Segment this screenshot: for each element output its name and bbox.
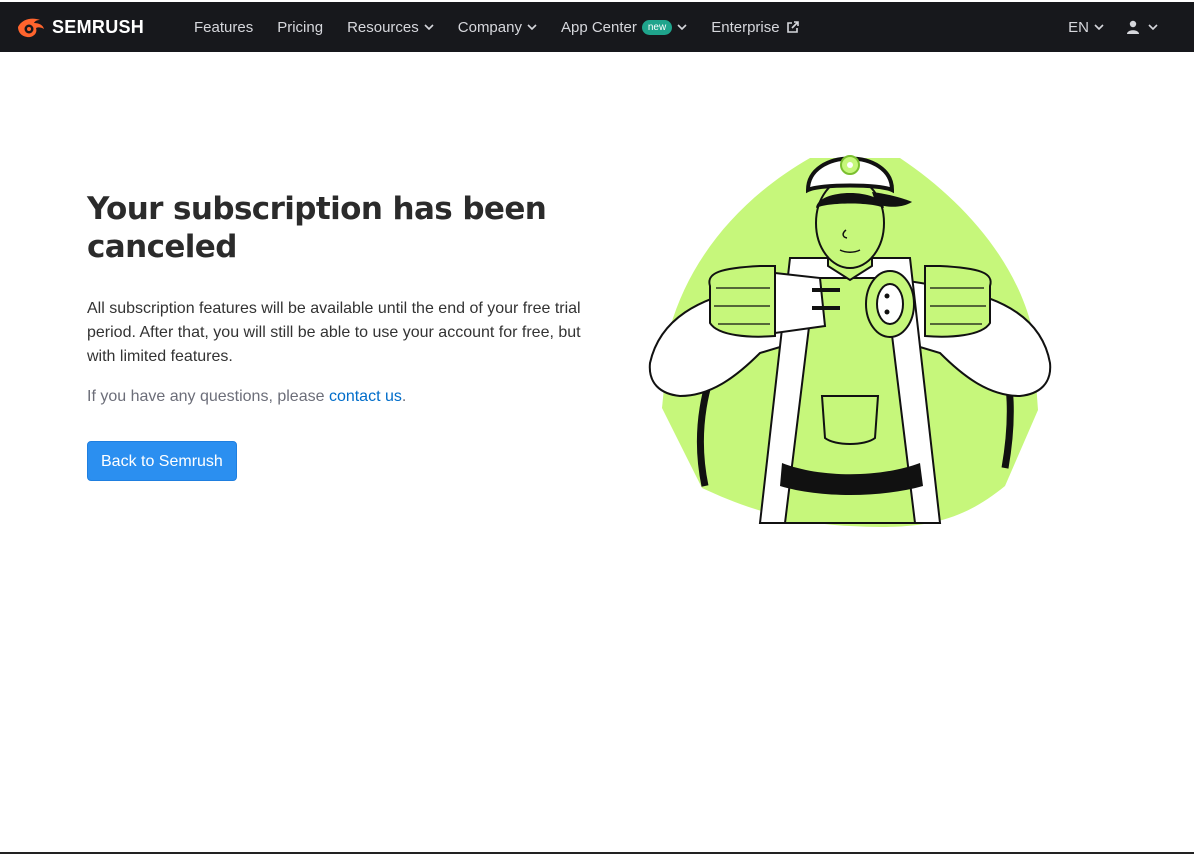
user-icon [1127, 20, 1139, 34]
worker-with-plugs-illustration [648, 155, 1052, 527]
chevron-down-icon [424, 24, 434, 30]
chevron-down-icon [1094, 24, 1104, 30]
semrush-logo[interactable]: SEMRUSH [16, 16, 144, 38]
new-badge: new [641, 19, 673, 35]
contact-us-link[interactable]: contact us [329, 388, 402, 405]
nav-item-app-center[interactable]: App Center new [561, 19, 687, 36]
nav-label: App Center [560, 18, 637, 36]
nav-item-enterprise[interactable]: Enterprise [711, 19, 799, 36]
back-to-semrush-button[interactable]: Back to Semrush [87, 441, 237, 481]
chevron-down-icon [527, 24, 537, 30]
right-nav: EN [1068, 2, 1158, 52]
nav-item-company[interactable]: Company [458, 19, 537, 36]
questions-text: If you have any questions, please contac… [87, 385, 607, 409]
description-text: All subscription features will be availa… [87, 300, 581, 365]
language-label: EN [1068, 18, 1089, 36]
external-link-icon [786, 21, 799, 33]
chevron-down-icon [1148, 24, 1158, 30]
chevron-down-icon [677, 24, 687, 30]
nav-label: Resources [347, 18, 419, 36]
nav-label: Pricing [277, 18, 324, 36]
nav-label: Features [194, 18, 254, 36]
semrush-flame-icon [18, 18, 44, 38]
question-prefix: If you have any questions, please [87, 388, 329, 405]
main-nav: Features Pricing Resources Company App C… [194, 2, 824, 52]
nav-item-pricing[interactable]: Pricing [277, 19, 323, 36]
main-content: Your subscription has been canceled All … [87, 190, 607, 481]
question-suffix: . [401, 388, 407, 405]
logo-text: SEMRUSH [52, 16, 145, 37]
page-title: Your subscription has been canceled [87, 191, 547, 265]
nav-label: Company [457, 18, 522, 36]
nav-item-resources[interactable]: Resources [347, 19, 434, 36]
user-menu[interactable] [1126, 20, 1158, 34]
top-navigation-bar: SEMRUSH Features Pricing Resources Compa… [0, 2, 1194, 52]
nav-item-features[interactable]: Features [194, 19, 253, 36]
nav-label: Enterprise [711, 18, 780, 36]
language-selector[interactable]: EN [1068, 19, 1104, 36]
